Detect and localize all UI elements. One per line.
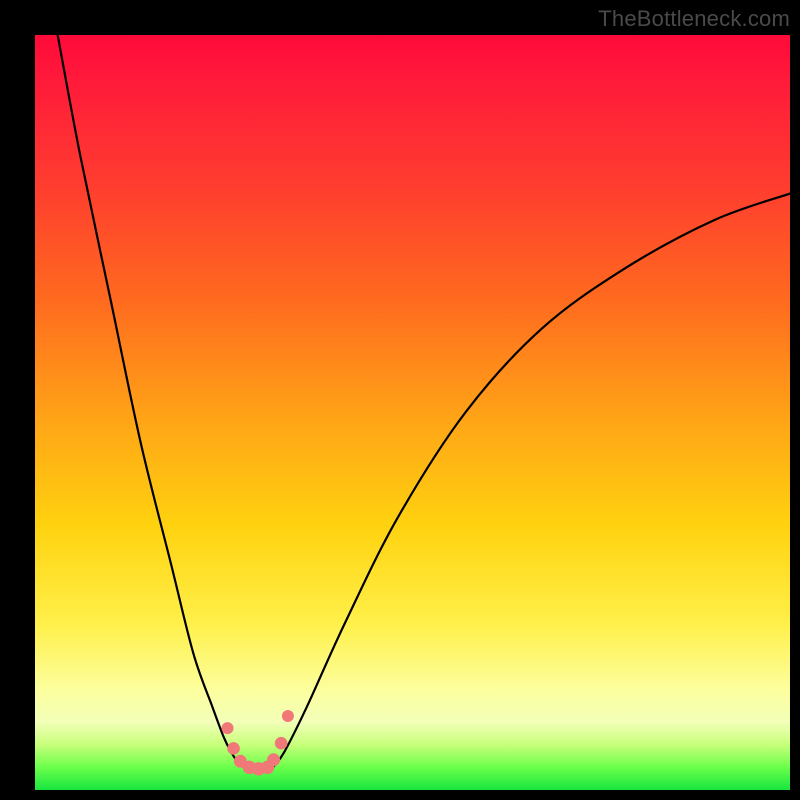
plot-area: [35, 35, 790, 790]
valley-dots-group: [222, 711, 293, 776]
valley-dot: [228, 743, 240, 755]
watermark-text: TheBottleneck.com: [598, 6, 790, 32]
chart-frame: TheBottleneck.com: [0, 0, 800, 800]
curve-group: [58, 35, 790, 770]
bottleneck-curve: [58, 35, 790, 770]
valley-dot: [275, 737, 287, 749]
valley-dot: [268, 754, 280, 766]
chart-svg: [35, 35, 790, 790]
valley-dot: [282, 711, 293, 722]
valley-dot: [222, 723, 233, 734]
